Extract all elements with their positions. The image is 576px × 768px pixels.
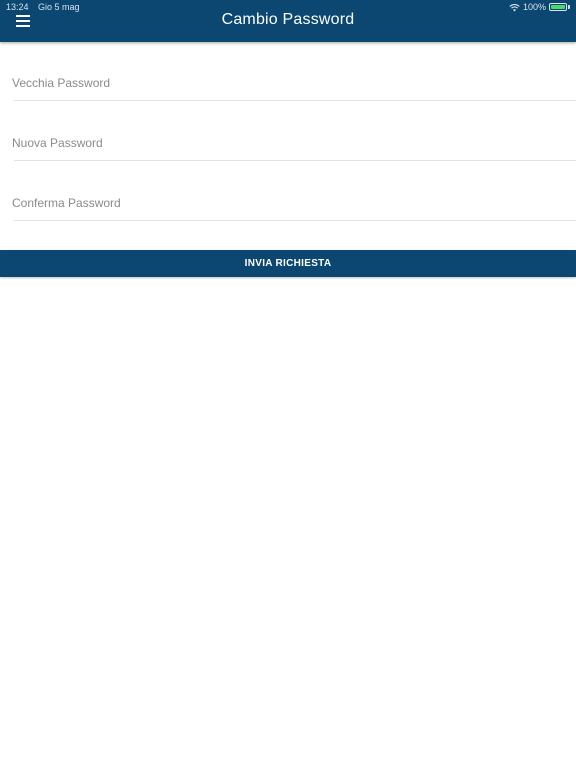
new-password-input[interactable] [12, 128, 572, 158]
battery-icon [549, 3, 567, 11]
change-password-form [0, 42, 576, 222]
field-underline [14, 220, 576, 221]
battery-fill [551, 5, 565, 9]
page-title: Cambio Password [221, 11, 355, 28]
battery-tip [568, 5, 570, 9]
app-header: 13:24 Gio 5 mag 100% Cambio Password [0, 0, 576, 42]
confirm-password-input[interactable] [12, 188, 572, 218]
confirm-password-field [0, 162, 576, 222]
submit-request-button[interactable]: INVIA RICHIESTA [0, 250, 576, 277]
old-password-field [0, 42, 576, 102]
new-password-field [0, 102, 576, 162]
field-underline [14, 160, 576, 161]
field-underline [14, 100, 576, 101]
old-password-input[interactable] [12, 68, 572, 98]
